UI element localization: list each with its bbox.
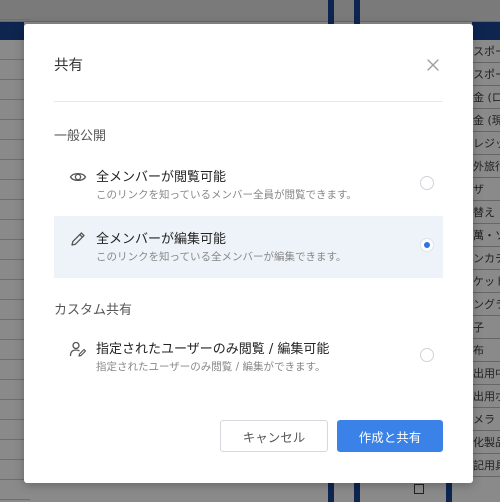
- close-icon[interactable]: [422, 54, 444, 76]
- create-and-share-button[interactable]: 作成と共有: [337, 420, 443, 452]
- background-header-band: [472, 22, 500, 40]
- background-footer-band: [328, 483, 334, 502]
- background-cell: 出用中: [472, 362, 500, 385]
- background-cell: 化製品: [472, 431, 500, 454]
- radio-specified-users[interactable]: [420, 348, 434, 362]
- custom-section-label: カスタム共有: [54, 303, 133, 318]
- dialog-title: 共有: [54, 58, 83, 74]
- background-cell: 金 (ロ: [472, 86, 500, 109]
- option-title: 全メンバーが編集可能: [96, 232, 227, 247]
- option-description: このリンクを知っているメンバー全員が閲覧できます。: [96, 189, 357, 201]
- option-specified-users[interactable]: 指定されたユーザーのみ閲覧 / 編集可能 指定されたユーザーのみ閲覧 / 編集が…: [54, 326, 443, 388]
- option-title: 指定されたユーザーのみ閲覧 / 編集可能: [96, 342, 330, 357]
- background-cell: ンカチ: [472, 247, 500, 270]
- cancel-button[interactable]: キャンセル: [220, 420, 328, 452]
- option-description: 指定されたユーザーのみ閲覧 / 編集ができます。: [96, 361, 326, 373]
- background-cell: 外旅行: [472, 155, 500, 178]
- background-cell: 子: [472, 316, 500, 339]
- pencil-icon: [69, 230, 87, 248]
- radio-edit-all[interactable]: [420, 238, 434, 252]
- background-footer-band: [446, 483, 452, 502]
- background-footer-band: [354, 483, 360, 502]
- background-cell: 出用ポ: [472, 385, 500, 408]
- background-cell: 金 (現: [472, 109, 500, 132]
- background-cell: ザ: [472, 178, 500, 201]
- option-description: このリンクを知っている全メンバーが編集できます。: [96, 251, 347, 263]
- option-title: 全メンバーが閲覧可能: [96, 170, 227, 185]
- option-view-all[interactable]: 全メンバーが閲覧可能 このリンクを知っているメンバー全員が閲覧できます。: [54, 154, 443, 216]
- background-cell: 布: [472, 339, 500, 362]
- background-cell: 萬・ソ: [472, 224, 500, 247]
- background-cell: スポー: [472, 63, 500, 86]
- radio-view-all[interactable]: [420, 176, 434, 190]
- background-header-band: [354, 0, 360, 24]
- background-header-band: [328, 0, 334, 24]
- divider: [54, 101, 443, 102]
- background-header-band: [0, 22, 24, 40]
- background-checkbox: [414, 484, 424, 494]
- background-cell: レジッ: [472, 132, 500, 155]
- public-section-label: 一般公開: [54, 129, 107, 144]
- background-cell: 記用具: [472, 454, 500, 477]
- background-cell: スポー: [472, 40, 500, 63]
- background-column: スポースポー金 (ロ金 (現レジッ外旅行ザ替え萬・ソンカチケットングラ子布出用中…: [472, 40, 500, 502]
- background-cell: ングラ: [472, 293, 500, 316]
- share-dialog: 共有 一般公開 全メンバーが閲覧可能 このリンクを知っているメンバー全員が閲覧で…: [24, 24, 473, 483]
- option-edit-all[interactable]: 全メンバーが編集可能 このリンクを知っている全メンバーが編集できます。: [54, 216, 443, 278]
- eye-icon: [69, 168, 87, 186]
- background-cell: 替え: [472, 201, 500, 224]
- background-cell: ケット: [472, 270, 500, 293]
- user-edit-icon: [69, 340, 87, 358]
- background-toolbar: [0, 0, 500, 22]
- background-cell: メラ: [472, 408, 500, 431]
